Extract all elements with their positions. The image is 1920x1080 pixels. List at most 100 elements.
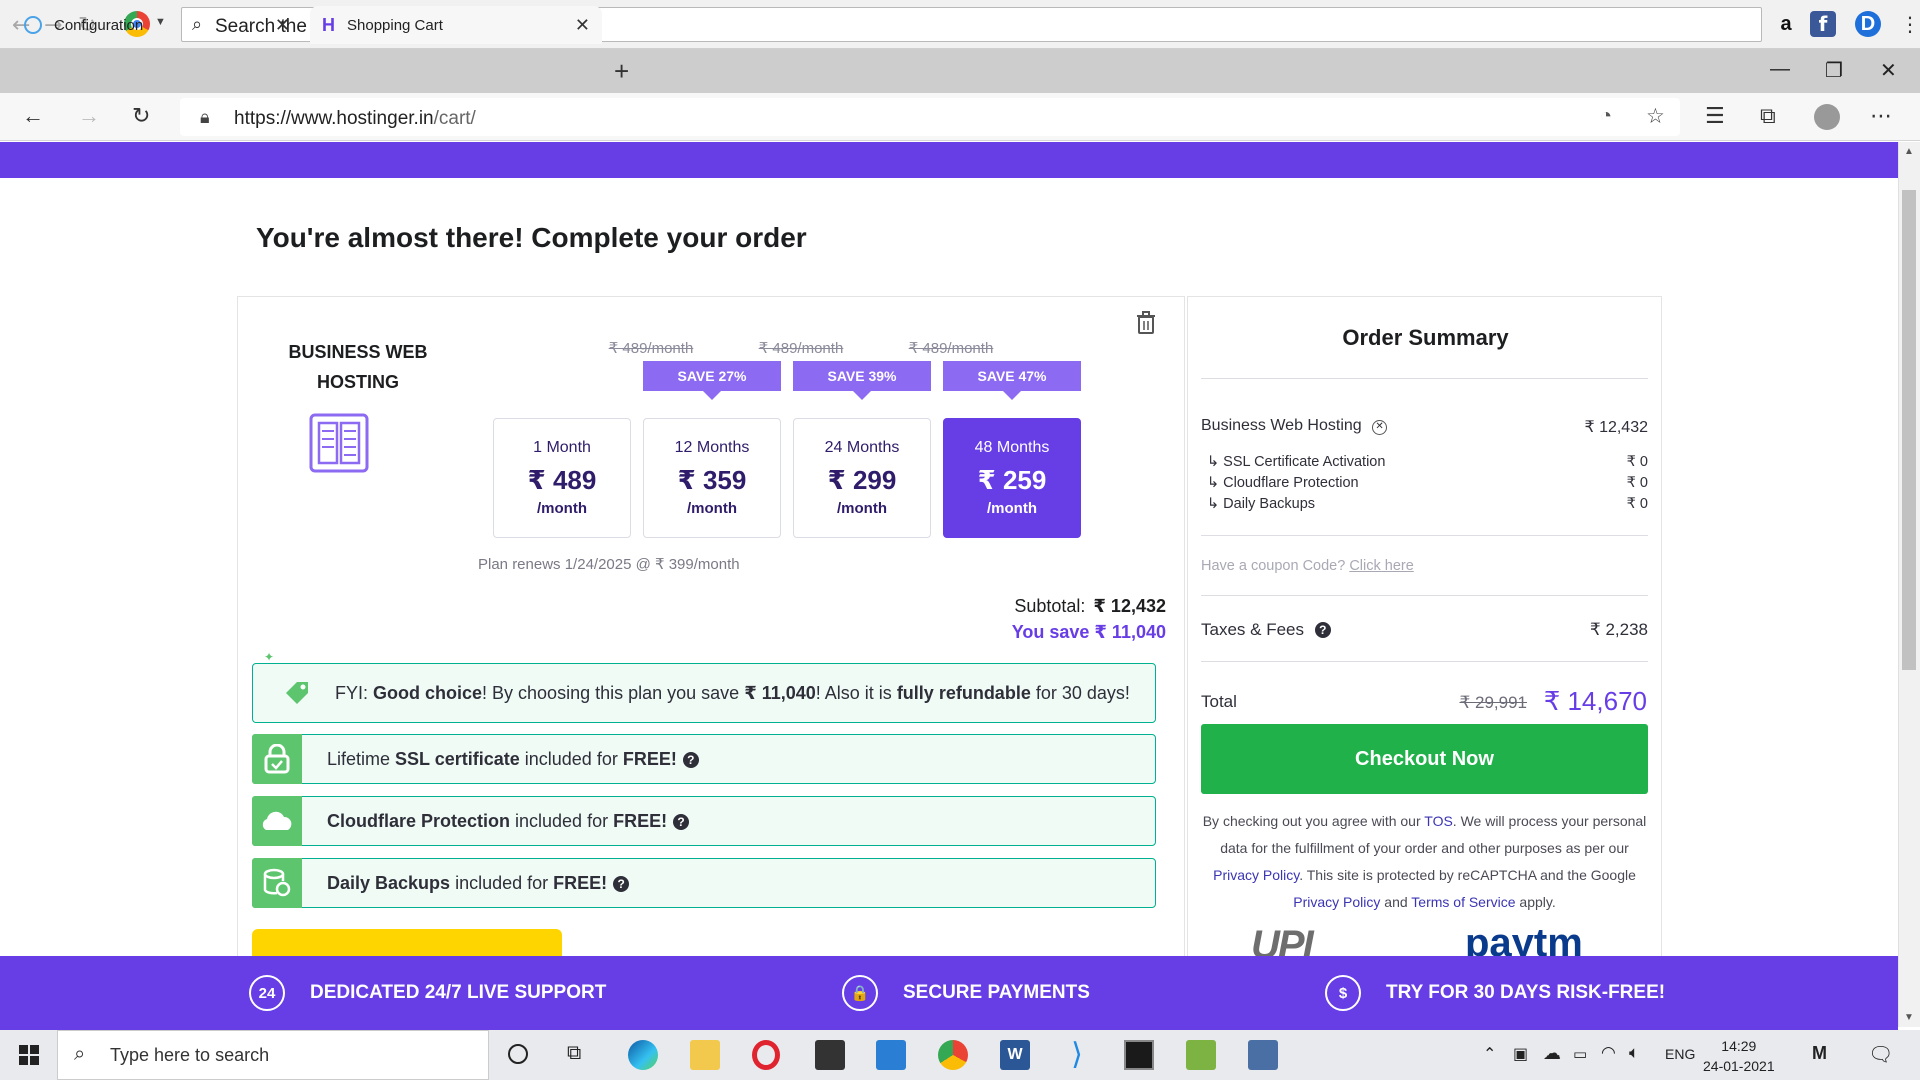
onedrive-cloud-icon[interactable]: ☁	[1543, 1043, 1561, 1064]
tab-configuration[interactable]: Configuration ✕	[12, 6, 302, 44]
forward-arrow-icon[interactable]: →	[78, 103, 100, 129]
scroll-up-icon[interactable]: ▲	[1904, 146, 1914, 157]
device-icon[interactable]: ▣	[1513, 1044, 1528, 1064]
summary-item-value: ₹ 12,432	[1584, 419, 1648, 436]
privacy-policy-link[interactable]: Privacy Policy	[1213, 867, 1299, 883]
taskbar-clock[interactable]: 14:29 24-01-2021	[1703, 1036, 1775, 1076]
feature-ssl: Lifetime SSL certificate included for FR…	[252, 734, 1156, 784]
help-icon[interactable]: ?	[682, 751, 699, 768]
vscode-icon[interactable]: ⟩	[1062, 1040, 1092, 1070]
database-icon	[252, 858, 302, 908]
feature-backups: Daily Backups included for FREE!?	[252, 858, 1156, 908]
plan-option-1-month[interactable]: 1 Month ₹ 489 /month	[493, 418, 631, 538]
checkout-button[interactable]: Checkout Now	[1201, 724, 1648, 794]
you-save-text: You save ₹ 11,040	[1011, 622, 1166, 642]
tab-label: Configuration	[54, 16, 144, 34]
menu-dots-icon[interactable]: ⋮	[1900, 12, 1920, 37]
task-view-icon[interactable]: ⧉	[567, 1042, 581, 1065]
summary-item-label: Business Web Hosting	[1201, 417, 1362, 434]
plan-length: 12 Months	[674, 439, 750, 456]
favorite-star-icon[interactable]: ☆	[1646, 104, 1665, 129]
taxes-value: ₹ 2,238	[1589, 620, 1648, 639]
help-icon[interactable]: ?	[613, 875, 630, 892]
fyi-text: FYI: Good choice! By choosing this plan …	[335, 682, 1130, 703]
help-icon[interactable]: ?	[1314, 622, 1331, 638]
tos-text: By checking out you agree with our TOS. …	[1202, 813, 1647, 910]
plan-save-badge: SAVE 39%	[793, 361, 931, 400]
window-close-icon[interactable]: ✕	[1880, 58, 1897, 83]
store-icon[interactable]	[815, 1040, 845, 1070]
facebook-icon[interactable]: f	[1810, 11, 1836, 37]
opera-icon[interactable]	[752, 1040, 780, 1070]
calculator-icon[interactable]	[1248, 1040, 1278, 1070]
plan-price: ₹ 359	[677, 465, 747, 495]
trash-icon[interactable]	[1135, 311, 1157, 335]
clock-date: 24-01-2021	[1703, 1058, 1775, 1074]
terminal-icon[interactable]	[1124, 1040, 1154, 1070]
tracking-prevention-icon[interactable]: ◔	[1600, 105, 1612, 128]
profile-avatar[interactable]	[1814, 104, 1840, 130]
battery-icon[interactable]: ▭	[1573, 1045, 1587, 1063]
app-tray-icon[interactable]: M	[1812, 1043, 1827, 1064]
terms-of-service-link[interactable]: Terms of Service	[1411, 894, 1515, 910]
collections-icon[interactable]: ⧉	[1760, 103, 1776, 129]
plan-option-48-months[interactable]: 48 Months ₹ 259 /month	[943, 418, 1081, 538]
amazon-icon[interactable]: a	[1773, 11, 1799, 37]
tab-bar	[0, 49, 1920, 93]
restore-icon[interactable]: ❐	[1825, 58, 1843, 83]
cortana-icon[interactable]	[508, 1044, 528, 1064]
paint-icon[interactable]	[1186, 1040, 1216, 1070]
support-24-icon: 24	[249, 975, 285, 1011]
tab-shopping-cart[interactable]: H Shopping Cart ✕	[310, 6, 602, 44]
price-tag-icon	[286, 682, 308, 704]
minimize-icon[interactable]: —	[1770, 58, 1790, 81]
notifications-icon[interactable]: 🗨︎	[1868, 1042, 1893, 1067]
chevron-up-icon[interactable]: ⌃	[1483, 1044, 1496, 1064]
feature-text: Daily Backups included for FREE!?	[327, 873, 630, 894]
sparkle-icon: ✦	[264, 650, 275, 664]
product-name: BUSINESS WEB HOSTING	[288, 342, 428, 392]
plan-option-12-months[interactable]: 12 Months ₹ 359 /month	[643, 418, 781, 538]
secure-lock-icon: 🔒	[842, 975, 878, 1011]
close-icon[interactable]: ✕	[275, 15, 290, 36]
address-field[interactable]: 🔒︎ https://www.hostinger.in/cart/ ◔ ☆	[180, 98, 1680, 136]
file-explorer-icon[interactable]	[690, 1040, 720, 1070]
google-privacy-link[interactable]: Privacy Policy	[1293, 894, 1380, 910]
plan-price: ₹ 259	[977, 465, 1047, 495]
coupon-link[interactable]: Click here	[1349, 558, 1413, 574]
subtotal: Subtotal: ₹ 12,432	[1014, 596, 1166, 617]
band-label: SECURE PAYMENTS	[903, 982, 1090, 1003]
plan-per: /month	[837, 500, 887, 517]
subtotal-value: ₹ 12,432	[1093, 596, 1166, 616]
back-arrow-icon[interactable]: ←	[22, 103, 44, 129]
tos-link[interactable]: TOS	[1424, 813, 1453, 829]
windows-start-icon[interactable]	[19, 1045, 39, 1065]
plan-length: 24 Months	[824, 439, 900, 456]
settings-more-icon[interactable]: ⋯	[1870, 103, 1892, 129]
order-summary-title: Order Summary	[1342, 325, 1509, 350]
close-icon[interactable]: ✕	[575, 15, 590, 36]
word-icon[interactable]: W	[1000, 1040, 1030, 1070]
mail-icon[interactable]	[876, 1040, 906, 1070]
chrome-icon[interactable]	[938, 1040, 968, 1070]
plan-price: ₹ 489	[527, 465, 597, 495]
total-old-price: ₹ 29,991	[1459, 693, 1527, 712]
language-indicator[interactable]: ENG	[1665, 1046, 1695, 1062]
remove-item-icon[interactable]: ✕	[1372, 420, 1388, 435]
edge-browser-icon[interactable]	[628, 1040, 658, 1070]
band-item-risk-free: $ TRY FOR 30 DAYS RISK-FREE!	[1325, 975, 1665, 1011]
plan-per: /month	[987, 500, 1037, 517]
scrollbar-thumb[interactable]	[1902, 190, 1916, 670]
scroll-down-icon[interactable]: ▼	[1904, 1012, 1914, 1023]
divider	[1201, 378, 1648, 379]
d-extension-icon[interactable]: D	[1855, 11, 1881, 37]
volume-icon[interactable]: 🔈︎	[1629, 1043, 1639, 1063]
refresh-icon[interactable]: ↻	[132, 103, 150, 129]
taskbar-search[interactable]: ⌕ Type here to search	[57, 1030, 489, 1080]
favorites-list-icon[interactable]: ☰	[1705, 103, 1725, 129]
plan-option-24-months[interactable]: 24 Months ₹ 299 /month	[793, 418, 931, 538]
feature-text: Cloudflare Protection included for FREE!…	[327, 811, 690, 832]
wifi-icon[interactable]: ◠	[1601, 1043, 1616, 1063]
help-icon[interactable]: ?	[673, 813, 690, 830]
new-tab-plus-icon[interactable]: +	[614, 56, 629, 87]
